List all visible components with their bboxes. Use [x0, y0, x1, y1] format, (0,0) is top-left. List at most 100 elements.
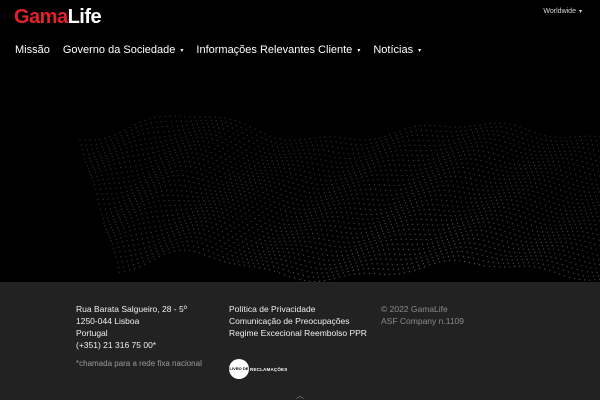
- wave-dot: [309, 241, 311, 243]
- wave-dot: [266, 160, 268, 162]
- wave-dot: [279, 226, 281, 229]
- wave-dot: [465, 246, 467, 248]
- concerns-link[interactable]: Comunicação de Preocupações: [229, 315, 367, 327]
- wave-dot: [361, 264, 363, 266]
- wave-dot: [394, 205, 397, 208]
- wave-dot: [268, 219, 270, 221]
- wave-dot: [290, 156, 292, 159]
- hero-banner: [0, 72, 600, 282]
- wave-dot: [503, 206, 505, 209]
- wave-dot: [281, 146, 284, 149]
- wave-dot: [580, 265, 582, 267]
- wave-dot: [473, 263, 476, 265]
- wave-dot: [312, 167, 315, 170]
- wave-dot: [311, 251, 314, 253]
- wave-dot: [314, 196, 317, 199]
- wave-dot: [514, 213, 516, 216]
- wave-dot: [263, 235, 265, 238]
- language-selector[interactable]: Worldwide ▾: [543, 8, 582, 15]
- wave-dot: [346, 194, 348, 196]
- wave-dot: [237, 200, 239, 202]
- wave-dot: [201, 210, 204, 212]
- wave-dot: [97, 198, 99, 200]
- wave-dot: [302, 204, 304, 206]
- wave-dot: [99, 188, 102, 190]
- wave-dot: [153, 258, 156, 260]
- wave-dot: [110, 168, 112, 170]
- wave-dot: [558, 221, 560, 223]
- wave-dot: [149, 206, 151, 209]
- wave-dot: [426, 258, 428, 260]
- wave-dot: [187, 128, 190, 130]
- wave-dot: [223, 217, 225, 219]
- wave-dot: [227, 130, 230, 132]
- wave-dot: [416, 134, 419, 136]
- wave-dot: [341, 269, 343, 271]
- wave-dot: [350, 143, 352, 145]
- wave-dot: [515, 130, 517, 132]
- wave-dot: [197, 126, 200, 129]
- wave-dot: [549, 252, 551, 254]
- wave-dot: [406, 154, 408, 156]
- wave-dot: [446, 164, 448, 167]
- wave-dot: [533, 164, 536, 167]
- wave-dot: [169, 204, 171, 207]
- wave-dot: [387, 159, 390, 162]
- wave-dot: [514, 181, 517, 184]
- wave-dot: [465, 158, 467, 160]
- wave-dot: [571, 247, 574, 249]
- wave-dot: [318, 237, 320, 240]
- wave-dot: [460, 144, 462, 146]
- ppr-refund-link[interactable]: Regime Excecional Reembolso PPR: [229, 327, 367, 339]
- nav-item-governo[interactable]: Governo da Sociedade ▾: [63, 42, 184, 58]
- wave-dot: [212, 252, 215, 254]
- wave-dot: [395, 238, 397, 241]
- wave-dot: [465, 201, 468, 204]
- wave-dot: [100, 213, 103, 215]
- wave-dot: [408, 271, 411, 273]
- complaints-book-link[interactable]: LIVRO DE RECLAMAÇÕES: [229, 359, 287, 379]
- phone-link[interactable]: (+351) 21 316 75 00*: [76, 339, 187, 351]
- wave-dot: [160, 229, 162, 232]
- wave-dot: [376, 263, 378, 265]
- gamalife-logo[interactable]: GamaLife: [14, 5, 102, 29]
- wave-dot: [176, 141, 178, 143]
- wave-dot: [491, 186, 493, 188]
- wave-dot: [240, 126, 242, 128]
- wave-dot: [214, 203, 216, 206]
- wave-dot: [277, 163, 280, 166]
- wave-dot: [451, 163, 453, 165]
- wave-dot: [522, 206, 524, 208]
- wave-dot: [397, 248, 400, 250]
- wave-dot: [541, 259, 543, 261]
- wave-dot: [275, 142, 277, 144]
- wave-dot: [457, 151, 460, 154]
- privacy-policy-link[interactable]: Política de Privacidade: [229, 303, 367, 315]
- wave-dot: [359, 244, 361, 246]
- wave-dot: [308, 236, 310, 239]
- nav-item-noticias[interactable]: Notícias ▾: [373, 42, 421, 58]
- scroll-to-top-icon[interactable]: ︿: [295, 390, 305, 400]
- wave-dot: [550, 154, 552, 156]
- wave-dot: [467, 237, 470, 240]
- wave-dot: [366, 235, 369, 237]
- wave-dot: [546, 259, 548, 262]
- wave-dot: [540, 167, 542, 170]
- wave-dot: [273, 182, 276, 184]
- wave-dot: [143, 263, 146, 265]
- wave-dot: [363, 168, 366, 171]
- wave-dot: [423, 229, 425, 231]
- wave-dot: [556, 231, 559, 233]
- wave-dot: [199, 203, 201, 206]
- wave-dot: [384, 253, 386, 255]
- wave-dot: [211, 123, 214, 125]
- wave-dot: [527, 208, 529, 210]
- wave-dot: [391, 263, 393, 266]
- wave-dot: [266, 247, 269, 249]
- footer-address: Rua Barata Salgueiro, 28 - 5º 1250-044 L…: [76, 303, 187, 351]
- wave-dot: [498, 223, 500, 226]
- nav-item-missao[interactable]: Missão: [15, 42, 50, 58]
- wave-dot: [411, 223, 414, 225]
- nav-item-informacoes[interactable]: Informações Relevantes Cliente ▾: [196, 42, 360, 58]
- wave-dot: [115, 238, 117, 240]
